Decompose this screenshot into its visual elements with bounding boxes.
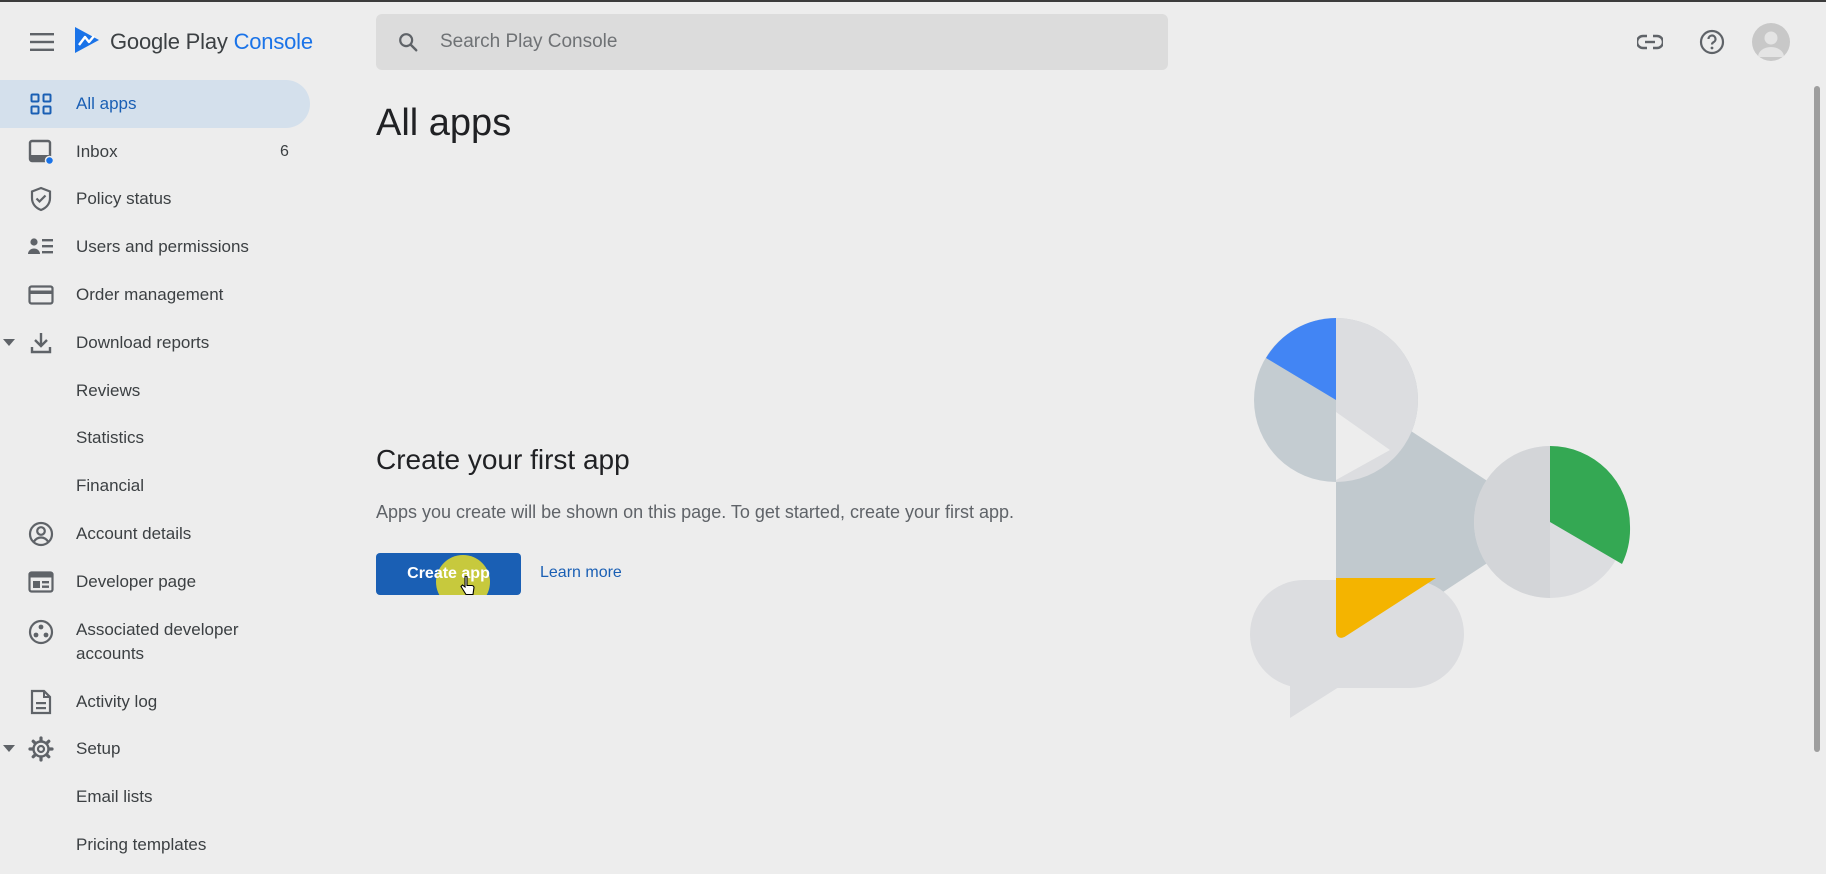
play-logo-icon [72, 25, 102, 60]
sidebar-item-label: Policy status [76, 189, 172, 209]
users-icon [28, 234, 54, 260]
scrollbar[interactable] [1814, 86, 1820, 752]
sidebar-item-policy-status[interactable]: Policy status [0, 176, 310, 224]
menu-icon[interactable] [26, 26, 58, 58]
sidebar-item-download-reports[interactable]: Download reports [0, 319, 310, 367]
sidebar-item-setup[interactable]: Setup [0, 726, 310, 774]
sidebar-item-reviews[interactable]: Reviews [0, 367, 310, 415]
search-bar[interactable] [376, 14, 1168, 70]
caret-down-icon[interactable] [2, 336, 16, 350]
sidebar-item-account-details[interactable]: Account details [0, 510, 310, 558]
sidebar-item-developer-page[interactable]: Developer page [0, 558, 310, 606]
sidebar-item-associated-developer-accounts[interactable]: Associated developer accounts [0, 606, 310, 678]
create-app-button[interactable]: Create app [376, 553, 521, 595]
sidebar-item-statistics[interactable]: Statistics [0, 415, 310, 463]
sidebar-item-label: Setup [76, 739, 121, 759]
search-icon[interactable] [376, 31, 440, 53]
brand-accent: Console [233, 29, 314, 54]
sidebar-item-label: All apps [76, 93, 137, 113]
sidebar-item-financial[interactable]: Financial [0, 462, 310, 510]
link-icon[interactable] [1628, 20, 1672, 64]
play-console-logo[interactable]: Google Play Console [72, 22, 313, 62]
shield-check-icon [28, 186, 54, 212]
learn-more-link[interactable]: Learn more [540, 564, 622, 582]
sidebar-item-label: Associated developer accounts [76, 619, 239, 663]
search-input[interactable] [440, 31, 1040, 53]
top-bar: Google Play Console [0, 2, 1826, 82]
sidebar-item-label: Financial [76, 476, 145, 496]
header-actions [1628, 20, 1790, 64]
sidebar-item-label: Inbox [76, 141, 118, 161]
inbox-icon [28, 139, 54, 165]
sidebar-item-email-lists[interactable]: Email lists [0, 773, 310, 821]
sidebar-item-label: Reviews [76, 380, 141, 400]
brand-main: Google Play [110, 29, 228, 54]
sidebar-item-pricing-templates[interactable]: Pricing templates [0, 821, 310, 869]
sidebar-item-label: Statistics [76, 428, 145, 448]
web-page-icon [28, 569, 54, 595]
sidebar-item-label: Order management [76, 285, 224, 305]
mouse-cursor-icon [460, 575, 476, 601]
sidebar-item-users-and-permissions[interactable]: Users and permissions [0, 223, 310, 271]
sidebar: All apps Inbox 6 Policy status Users and… [0, 80, 310, 874]
sidebar-item-label: Activity log [76, 691, 158, 711]
sidebar-item-label: Users and permissions [76, 237, 249, 257]
download-icon [28, 330, 54, 356]
gear-icon [28, 736, 54, 763]
inbox-count-badge: 6 [280, 142, 289, 160]
empty-state-illustration [1230, 302, 1650, 727]
sidebar-item-order-management[interactable]: Order management [0, 271, 310, 319]
sidebar-item-label: Pricing templates [76, 835, 207, 855]
avatar[interactable] [1752, 23, 1790, 61]
help-icon[interactable] [1690, 20, 1734, 64]
account-circle-icon [28, 521, 54, 547]
grid-icon [28, 91, 54, 117]
empty-state-description: Apps you create will be shown on this pa… [376, 502, 1015, 522]
page-title: All apps [376, 102, 512, 144]
create-app-label: Create app [407, 565, 490, 582]
sidebar-item-inbox[interactable]: Inbox 6 [0, 128, 310, 176]
sidebar-item-all-apps[interactable]: All apps [0, 80, 310, 128]
brand-name: Google Play Console [110, 29, 313, 55]
sidebar-item-label: Email lists [76, 787, 153, 807]
sidebar-item-label: Account details [76, 524, 192, 544]
credit-card-icon [28, 282, 54, 308]
sidebar-item-activity-log[interactable]: Activity log [0, 678, 310, 726]
document-icon [28, 689, 54, 715]
sidebar-item-label: Developer page [76, 571, 197, 591]
empty-state-title: Create your first app [376, 444, 630, 475]
caret-down-icon[interactable] [2, 742, 16, 756]
sidebar-item-label: Download reports [76, 332, 210, 352]
linked-accounts-icon [28, 619, 54, 645]
